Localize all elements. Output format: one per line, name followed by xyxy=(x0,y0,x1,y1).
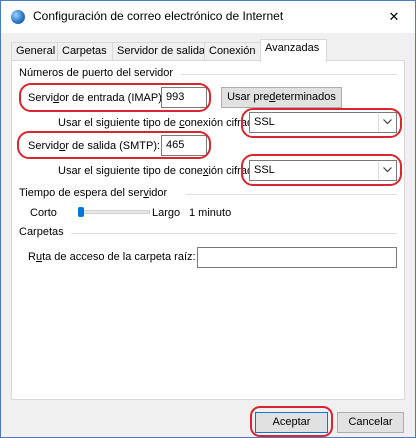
incoming-port-input[interactable]: 993 xyxy=(161,87,207,108)
use-defaults-button[interactable]: Usar predeterminados xyxy=(221,87,342,108)
tab-conexion[interactable]: Conexión xyxy=(204,42,261,61)
root-folder-path-input[interactable] xyxy=(197,247,397,268)
ports-group-title: Números de puerto del servidor xyxy=(19,67,174,79)
timeout-short-label: Corto xyxy=(30,207,57,219)
timeout-slider-track[interactable] xyxy=(78,210,150,214)
outgoing-server-label: Servidor de salida (SMTP): xyxy=(28,140,161,152)
timeout-group-heading: Tiempo de espera del servidor xyxy=(19,187,397,201)
tab-servidor-de-salida[interactable]: Servidor de salida xyxy=(112,42,205,61)
incoming-encryption-select[interactable]: SSL xyxy=(249,112,397,133)
timeout-slider-thumb[interactable] xyxy=(78,207,84,217)
chevron-down-icon[interactable] xyxy=(378,114,395,131)
outgoing-encryption-select[interactable]: SSL xyxy=(249,160,397,181)
outgoing-port-input[interactable]: 465 xyxy=(161,135,207,156)
ports-group-heading: Números de puerto del servidor xyxy=(19,67,397,81)
timeout-group-title: Tiempo de espera del servidor xyxy=(19,187,168,199)
window-title: Configuración de correo electrónico de I… xyxy=(33,9,284,23)
close-icon[interactable]: ✕ xyxy=(379,5,409,29)
outlook-globe-icon xyxy=(11,10,25,24)
incoming-encryption-label: Usar el siguiente tipo de conexión cifra… xyxy=(58,117,263,129)
timeout-value: 1 minuto xyxy=(189,207,232,219)
outgoing-encryption-value: SSL xyxy=(254,164,275,176)
title-bar: Configuración de correo electrónico de I… xyxy=(1,1,415,33)
chevron-down-icon[interactable] xyxy=(378,162,395,179)
folders-group-title: Carpetas xyxy=(19,226,64,238)
incoming-server-label: Servidor de entrada (IMAP): xyxy=(28,92,165,104)
timeout-long-label: Largo xyxy=(152,207,181,219)
tab-carpetas[interactable]: Carpetas xyxy=(57,42,113,61)
folders-group-heading: Carpetas xyxy=(19,226,397,240)
cancel-button[interactable]: Cancelar xyxy=(337,412,404,433)
outgoing-encryption-label: Usar el siguiente tipo de conexión cifra… xyxy=(58,165,263,177)
root-folder-path-label: Ruta de acceso de la carpeta raíz: xyxy=(28,251,196,263)
incoming-encryption-value: SSL xyxy=(254,116,275,128)
advanced-panel: Números de puerto del servidor Servidor … xyxy=(11,60,405,400)
tab-general[interactable]: General xyxy=(11,42,58,61)
tab-avanzadas[interactable]: Avanzadas xyxy=(260,39,327,62)
accept-button[interactable]: Aceptar xyxy=(255,412,328,433)
dialog-window: Configuración de correo electrónico de I… xyxy=(0,0,416,438)
